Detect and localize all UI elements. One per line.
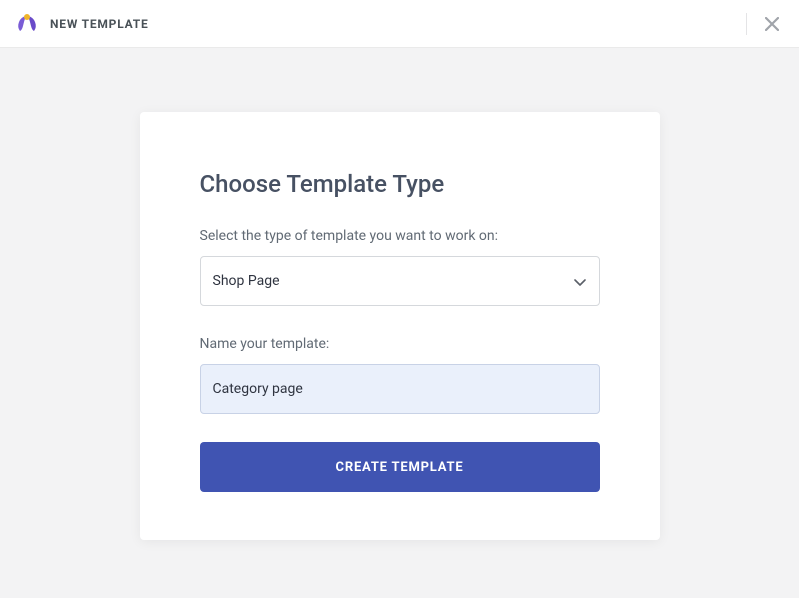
template-type-select[interactable]: Shop Page: [200, 256, 600, 306]
vertical-divider: [746, 13, 747, 35]
content-area: Choose Template Type Select the type of …: [0, 48, 799, 540]
template-name-input[interactable]: [200, 364, 600, 414]
select-wrapper: Shop Page: [200, 256, 600, 306]
select-label: Select the type of template you want to …: [200, 228, 600, 244]
header-left: NEW TEMPLATE: [14, 11, 149, 37]
template-card: Choose Template Type Select the type of …: [140, 112, 660, 540]
app-logo-icon: [14, 11, 40, 37]
card-title: Choose Template Type: [200, 170, 600, 198]
close-button[interactable]: [761, 13, 783, 35]
name-label: Name your template:: [200, 336, 600, 352]
modal-header: NEW TEMPLATE: [0, 0, 799, 48]
header-right: [746, 13, 783, 35]
close-icon: [765, 17, 779, 31]
modal-title: NEW TEMPLATE: [50, 17, 149, 31]
create-template-button[interactable]: CREATE TEMPLATE: [200, 442, 600, 492]
